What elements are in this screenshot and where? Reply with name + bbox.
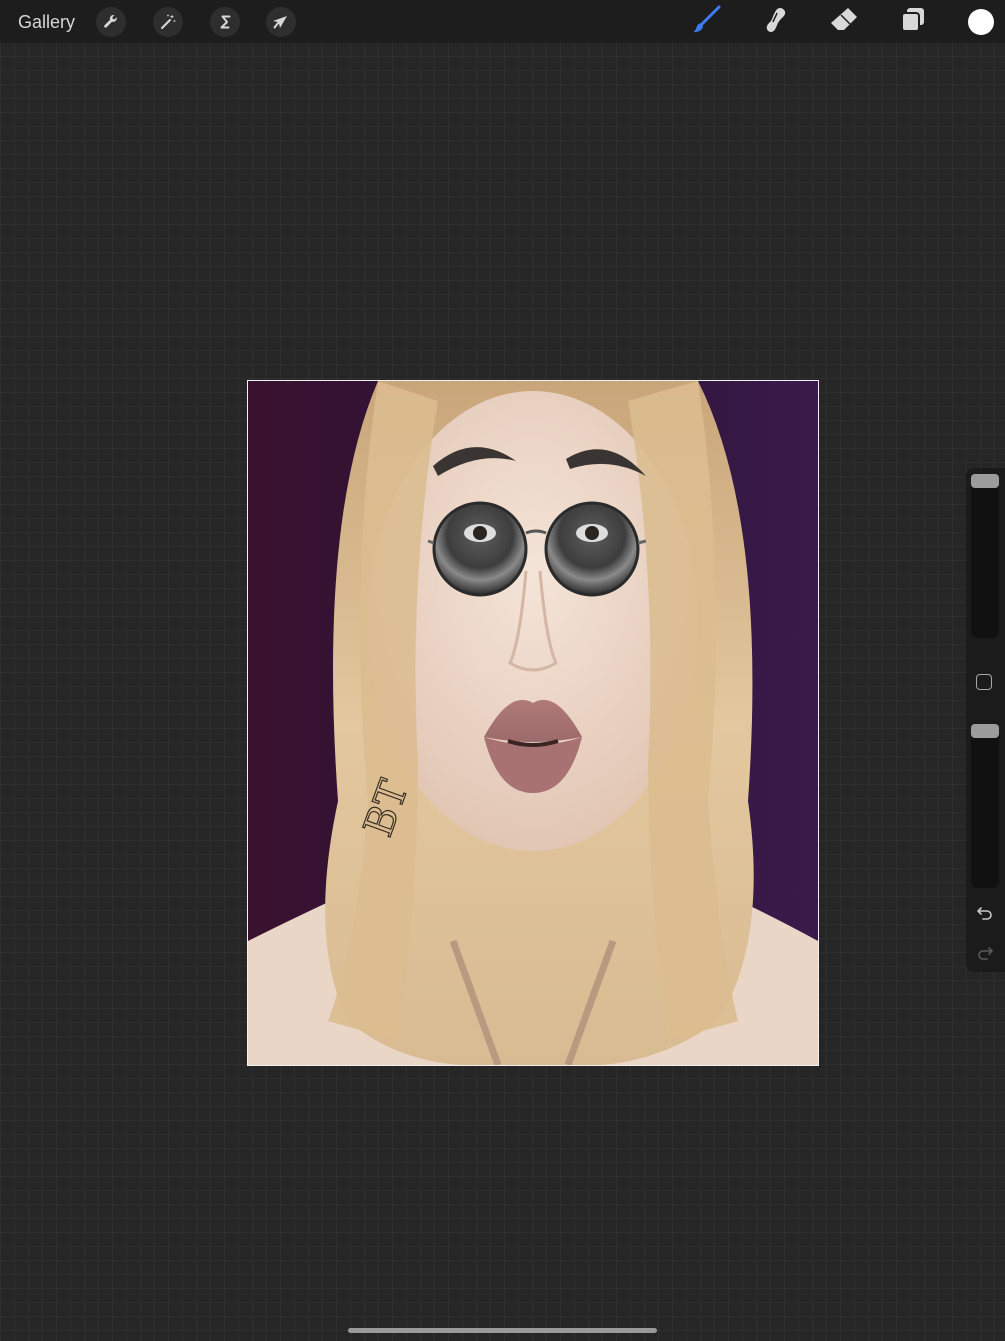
- redo-button[interactable]: [974, 944, 996, 966]
- opacity-slider[interactable]: [971, 724, 999, 888]
- layers-button[interactable]: [897, 6, 929, 38]
- selection-button[interactable]: [210, 7, 240, 37]
- modify-button[interactable]: [976, 674, 992, 690]
- drawing-canvas[interactable]: BT: [248, 381, 818, 1065]
- top-toolbar: Gallery: [0, 0, 1005, 43]
- opacity-thumb[interactable]: [971, 724, 999, 738]
- actions-button[interactable]: [96, 7, 126, 37]
- gallery-button[interactable]: Gallery: [18, 11, 75, 33]
- eraser-tool-button[interactable]: [828, 6, 860, 38]
- eraser-icon: [829, 5, 859, 40]
- brush-size-thumb[interactable]: [971, 474, 999, 488]
- selection-s-icon: [216, 13, 234, 31]
- brush-size-slider[interactable]: [971, 474, 999, 638]
- transform-button[interactable]: [266, 7, 296, 37]
- redo-icon: [976, 945, 994, 966]
- arrow-cursor-icon: [272, 13, 290, 31]
- brush-icon: [691, 5, 721, 40]
- layers-icon: [898, 5, 928, 40]
- undo-icon: [976, 905, 994, 926]
- magic-wand-icon: [159, 13, 177, 31]
- home-indicator: [348, 1328, 657, 1333]
- undo-button[interactable]: [974, 904, 996, 926]
- adjustments-button[interactable]: [153, 7, 183, 37]
- brush-tool-button[interactable]: [690, 5, 722, 40]
- smudge-tool-button[interactable]: [759, 6, 791, 38]
- wrench-icon: [102, 13, 120, 31]
- smudge-icon: [760, 5, 790, 40]
- brush-sidebar: [966, 468, 1005, 972]
- artwork-painting: BT: [248, 381, 818, 1065]
- color-picker-button[interactable]: [968, 9, 994, 35]
